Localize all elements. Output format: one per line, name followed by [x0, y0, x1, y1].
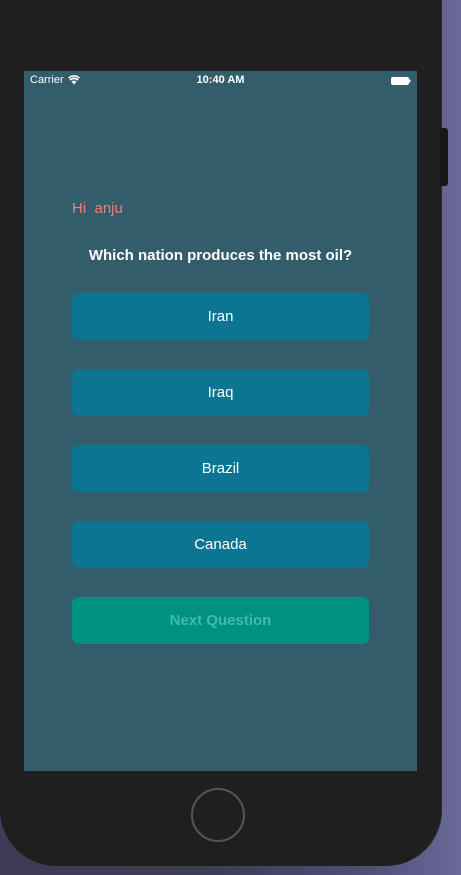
battery-icon — [391, 76, 411, 85]
answer-button-iraq[interactable]: Iraq — [72, 369, 369, 416]
device-frame: Carrier 10:40 AM Hi anju Which nation pr… — [0, 0, 448, 866]
status-time: 10:40 AM — [196, 74, 245, 86]
answer-button-iran[interactable]: Iran — [72, 293, 369, 340]
answer-list: Iran Iraq Brazil Canada — [72, 293, 369, 597]
question-text: Which nation produces the most oil? — [88, 247, 353, 264]
greeting-text: Hi anju — [72, 200, 123, 217]
answer-button-brazil[interactable]: Brazil — [72, 445, 369, 492]
next-question-button[interactable]: Next Question — [72, 597, 369, 644]
answer-button-canada[interactable]: Canada — [72, 521, 369, 568]
app-screen: Carrier 10:40 AM Hi anju Which nation pr… — [24, 71, 417, 771]
home-button[interactable] — [191, 788, 245, 842]
status-bar: Carrier 10:40 AM — [24, 71, 417, 91]
side-button — [440, 128, 448, 186]
